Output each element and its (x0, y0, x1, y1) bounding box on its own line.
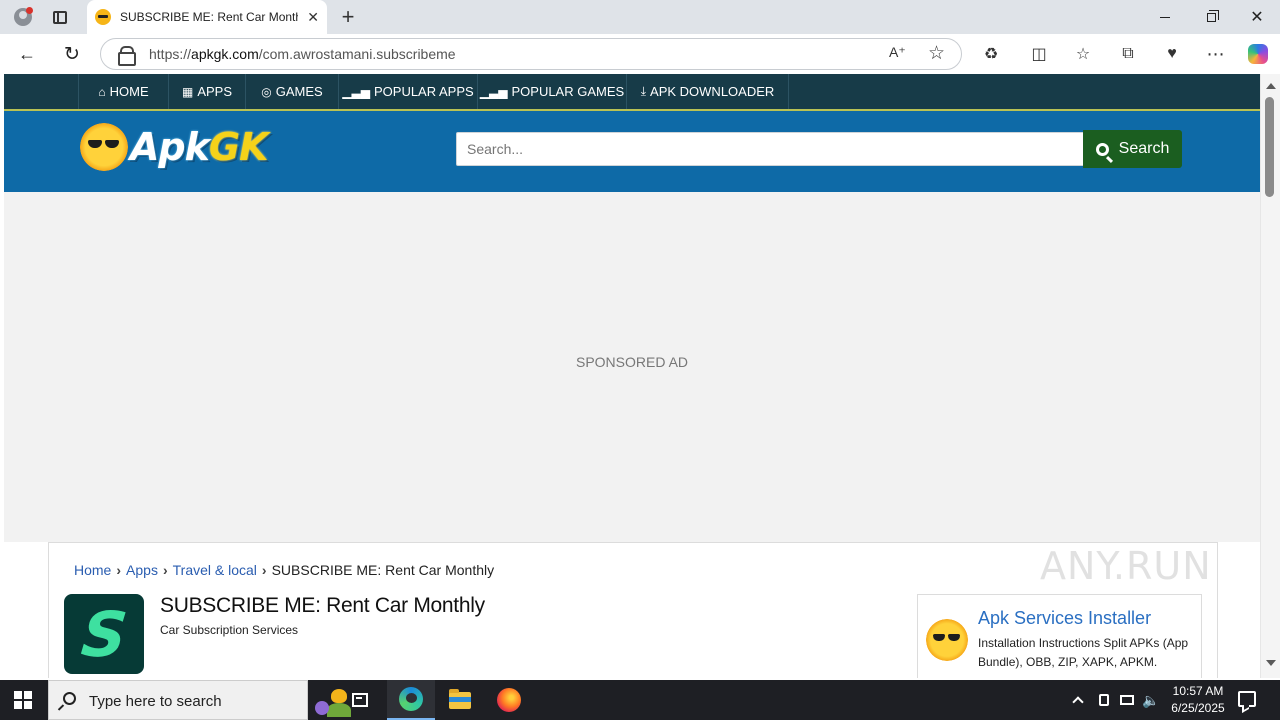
app-icon: S (64, 594, 144, 674)
nav-games[interactable]: ◎ GAMES (245, 74, 338, 109)
taskbar-firefox[interactable] (485, 680, 533, 720)
favorite-star-icon[interactable]: ☆ (928, 42, 945, 65)
new-tab-button[interactable]: + (333, 3, 363, 31)
sun-mascot-icon (926, 619, 968, 661)
grid-icon: ▦ (181, 84, 194, 99)
taskbar-file-explorer[interactable] (436, 680, 484, 720)
extensions-icon[interactable]: ♻ (977, 41, 1005, 67)
app-title: SUBSCRIBE ME: Rent Car Monthly (160, 594, 485, 617)
split-screen-icon[interactable]: ◫ (1025, 41, 1053, 67)
nav-apps[interactable]: ▦ APPS (168, 74, 245, 109)
collections-icon[interactable]: ⧉ (1114, 41, 1142, 67)
bar-chart-icon: ▁▃▅ (479, 84, 508, 99)
gamepad-icon: ◎ (261, 84, 272, 99)
apkgk-favicon-icon (95, 9, 111, 25)
read-aloud-icon[interactable]: A⁺ (889, 44, 906, 61)
show-hidden-icons-chevron-icon[interactable] (1068, 680, 1088, 720)
apkgk-logo[interactable]: ApkGK (80, 121, 300, 176)
apk-installer-card[interactable]: Apk Services Installer Installation Inst… (917, 594, 1202, 678)
apk-installer-title[interactable]: Apk Services Installer (978, 608, 1151, 629)
ad-label: SPONSORED AD (575, 354, 689, 370)
search-icon (63, 692, 76, 705)
download-icon: ⤓ (640, 84, 647, 98)
favorites-icon[interactable]: ☆ (1069, 41, 1097, 67)
search-button[interactable]: Search (1083, 130, 1182, 168)
nav-home-label: HOME (109, 84, 149, 99)
breadcrumb-apps[interactable]: Apps (126, 562, 158, 578)
nav-popular-apps[interactable]: ▁▃▅ POPULAR APPS (338, 74, 477, 109)
browser-tab-bar: SUBSCRIBE ME: Rent Car Monthly ✕ + ✕ (0, 0, 1280, 34)
taskbar-search-placeholder: Type here to search (89, 693, 222, 710)
windows-taskbar: Type here to search 🔈 10:57 AM 6/25/2025 (0, 680, 1280, 720)
browser-essentials-icon[interactable]: ♥ (1158, 41, 1186, 67)
restore-button[interactable] (1188, 0, 1234, 34)
network-icon[interactable] (1117, 680, 1137, 720)
nav-popular-games[interactable]: ▁▃▅ POPULAR GAMES (477, 74, 626, 109)
chevron-right-icon: › (162, 562, 168, 578)
system-clock[interactable]: 10:57 AM 6/25/2025 (1163, 683, 1233, 717)
url-text[interactable]: https://apkgk.com/com.awrostamani.subscr… (149, 46, 456, 62)
back-arrow-icon[interactable]: ← (12, 39, 42, 69)
logo-text: ApkGK (130, 125, 269, 169)
scroll-down-icon[interactable] (1266, 660, 1276, 666)
search-icon (1095, 142, 1109, 156)
home-icon: ⌂ (98, 84, 106, 99)
tab-title: SUBSCRIBE ME: Rent Car Monthly (120, 10, 298, 24)
taskbar-edge[interactable] (387, 680, 435, 720)
clock-date: 6/25/2025 (1171, 701, 1225, 715)
nav-apk-downloader-label: APK DOWNLOADER (650, 84, 775, 99)
scrollbar-thumb[interactable] (1265, 97, 1274, 197)
search-button-label: Search (1118, 140, 1170, 157)
tab-close-icon[interactable]: ✕ (307, 9, 319, 26)
page-scrollbar[interactable] (1260, 74, 1280, 678)
bar-chart-icon: ▁▃▅ (342, 84, 370, 99)
scroll-up-icon[interactable] (1266, 83, 1276, 89)
tab-actions-icon[interactable] (45, 3, 75, 31)
more-menu-icon[interactable]: ⋯ (1202, 41, 1230, 67)
app-developer[interactable]: Car Subscription Services (160, 623, 298, 637)
copilot-icon[interactable] (1244, 41, 1272, 67)
close-window-button[interactable]: ✕ (1234, 0, 1280, 34)
device-icon[interactable] (1094, 680, 1114, 720)
breadcrumb: Home › Apps › Travel & local › SUBSCRIBE… (74, 562, 494, 578)
search-input[interactable] (456, 132, 1084, 166)
nav-games-label: GAMES (275, 84, 323, 99)
profile-icon[interactable] (8, 3, 38, 31)
breadcrumb-home[interactable]: Home (74, 562, 111, 578)
nav-popular-apps-label: POPULAR APPS (373, 84, 474, 99)
windows-start-icon[interactable] (14, 691, 32, 709)
nav-apps-label: APPS (197, 84, 233, 99)
site-header: ApkGK Search (4, 111, 1260, 192)
edge-icon (399, 687, 423, 711)
volume-icon[interactable]: 🔈 (1140, 680, 1162, 720)
nav-apk-downloader[interactable]: ⤓ APK DOWNLOADER (626, 74, 789, 109)
notifications-icon[interactable] (1238, 691, 1256, 707)
taskbar-search-box[interactable]: Type here to search (48, 680, 351, 720)
chevron-right-icon: › (261, 562, 267, 578)
task-view-icon[interactable] (336, 680, 384, 720)
lock-icon[interactable] (118, 46, 136, 66)
breadcrumb-current: SUBSCRIBE ME: Rent Car Monthly (271, 562, 495, 578)
nav-popular-games-label: POPULAR GAMES (511, 84, 625, 99)
clock-time: 10:57 AM (1172, 684, 1224, 698)
refresh-icon[interactable]: ↻ (57, 39, 87, 69)
sun-mascot-icon (80, 123, 128, 171)
folder-icon (449, 688, 471, 709)
breadcrumb-travel-local[interactable]: Travel & local (173, 562, 257, 578)
browser-tab[interactable]: SUBSCRIBE ME: Rent Car Monthly ✕ (87, 0, 327, 34)
site-navigation: ⌂ HOME ▦ APPS ◎ GAMES ▁▃▅ POPULAR APPS ▁▃▅ PO… (4, 74, 1260, 111)
apk-installer-description: Installation Instructions Split APKs (Ap… (978, 636, 1189, 669)
anyrun-watermark: ANY.RUN (1040, 544, 1212, 588)
nav-home[interactable]: ⌂ HOME (78, 74, 168, 109)
firefox-icon (497, 688, 521, 712)
address-bar[interactable]: https://apkgk.com/com.awrostamani.subscr… (100, 38, 962, 70)
chevron-right-icon: › (116, 562, 122, 578)
sponsored-ad[interactable]: SPONSORED AD (4, 192, 1260, 542)
minimize-button[interactable] (1142, 0, 1188, 34)
